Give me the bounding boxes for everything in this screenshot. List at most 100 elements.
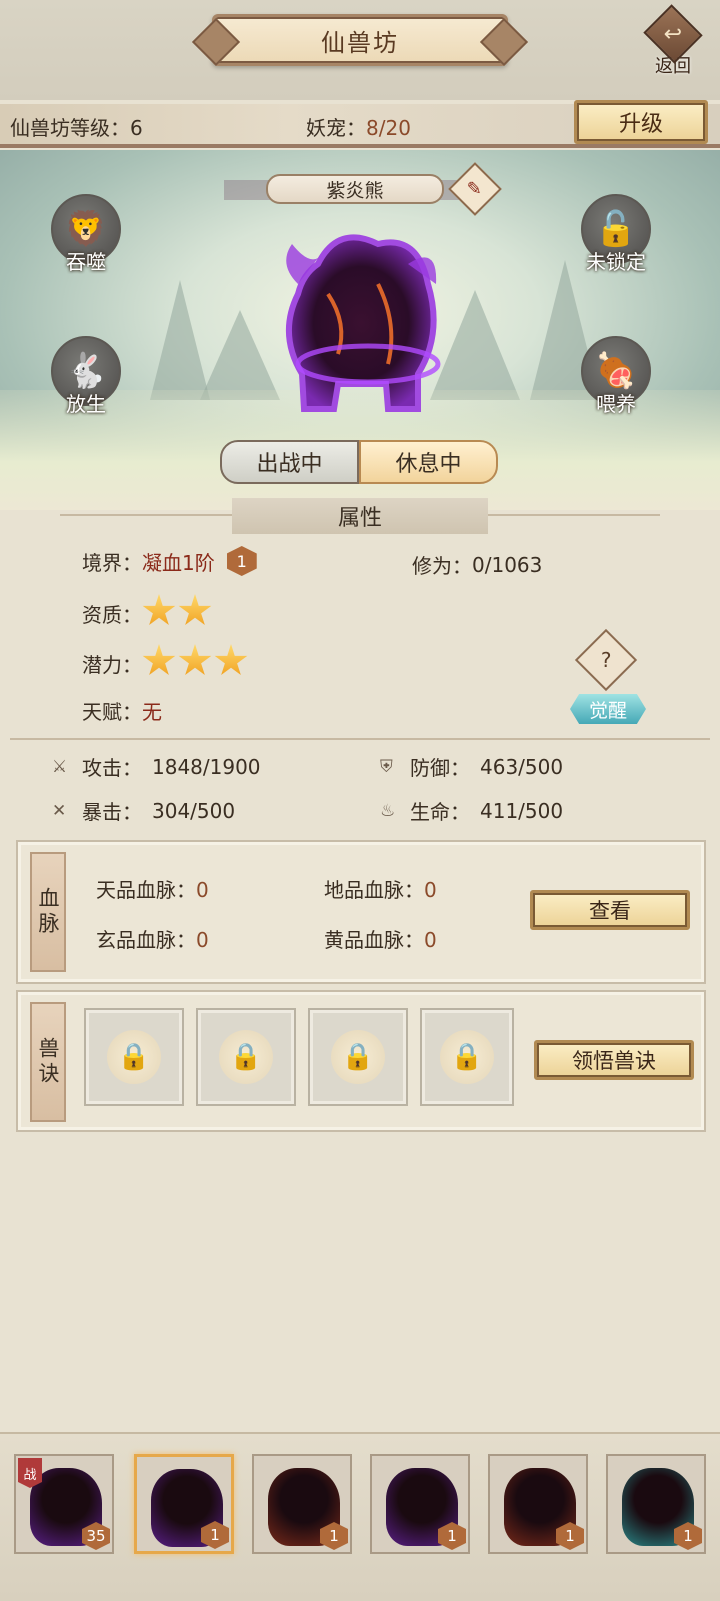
skill-slot[interactable]: 🔒 [308,1008,408,1106]
cultivation-value: 0/1063 [472,552,543,577]
potential-row: 潜力： [82,644,250,683]
heaven-bloodline: 天品血脉：0 [96,874,209,903]
view-bloodline-button[interactable]: 查看 [530,890,690,930]
upgrade-button[interactable]: 升级 [574,100,708,144]
mystic-bloodline: 玄品血脉：0 [96,924,209,953]
star-icon [142,644,176,675]
attributes-header: 属性 [232,498,488,534]
yellow-bloodline-value: 0 [424,928,437,952]
lock-icon: 🔒 [331,1030,385,1084]
pet-card[interactable]: 战 35 [14,1454,114,1554]
beast-name: 紫炎熊 [266,174,444,204]
top-bar: 仙兽坊 ↩ 返回 [0,0,720,100]
devour-button[interactable]: 🦁 吞噬 [44,194,128,284]
aptitude-stars [142,594,214,633]
mystic-bloodline-value: 0 [196,928,209,952]
star-icon [178,594,212,625]
lock-icon: 🔒 [107,1030,161,1084]
sword-icon: ⚔ [52,756,68,777]
brush-icon: ✎ [467,178,483,200]
earth-bloodline: 地品血脉：0 [324,874,437,903]
learn-skill-button[interactable]: 领悟兽诀 [534,1040,694,1080]
hp-row: ♨ 生命： 411/500 [380,796,563,825]
talent-value: 无 [142,700,162,724]
return-arrow-icon[interactable]: ↩ [643,4,703,64]
lock-label: 未锁定 [586,250,646,274]
status-toggle[interactable]: 出战中 休息中 [220,440,498,484]
aptitude-row: 资质： [82,594,214,633]
feed-label: 喂养 [596,392,636,416]
pet-card[interactable]: 1 [488,1454,588,1554]
potential-label: 潜力： [82,653,142,677]
defense-label: 防御： [410,756,470,780]
crit-row: ✕ 暴击： 304/500 [52,796,235,825]
earth-bloodline-value: 0 [424,878,437,902]
rest-status-button[interactable]: 休息中 [359,440,498,484]
battle-flag: 战 [18,1458,42,1488]
purple-flame-bear-image [286,234,441,412]
divider [10,738,710,740]
attack-label: 攻击： [82,756,142,780]
crit-value: 304/500 [152,798,236,823]
realm-badge: 1 [226,546,257,576]
shield-icon: ⛨ [380,756,393,777]
pet-count: 妖宠：8/20 [306,112,411,141]
pet-count-label: 妖宠： [306,116,366,140]
flame-icon: ♨ [380,800,396,821]
heaven-bloodline-value: 0 [196,878,209,902]
release-label: 放生 [66,392,106,416]
skill-slot[interactable]: 🔒 [196,1008,296,1106]
help-button[interactable]: ? [574,628,638,692]
star-icon [142,594,176,625]
bloodline-tag: 血脉 [30,852,66,972]
yellow-bloodline: 黄品血脉：0 [324,924,437,953]
lock-icon: 🔒 [440,1030,494,1084]
skills-panel: 兽诀 🔒 🔒 🔒 🔒 领悟兽诀 [16,990,706,1132]
talent-label: 天赋： [82,700,142,724]
pet-card[interactable]: 1 [370,1454,470,1554]
title-plaque: 仙兽坊 [212,14,508,66]
lock-button[interactable]: 🔓 未锁定 [574,194,658,284]
attack-row: ⚔ 攻击： 1848/1900 [52,752,261,781]
crit-label: 暴击： [82,800,142,824]
pet-card[interactable]: 1 [252,1454,352,1554]
battle-status-button[interactable]: 出战中 [220,440,359,484]
defense-row: ⛨ 防御： 463/500 [380,752,563,781]
skill-slot[interactable]: 🔒 [420,1008,514,1106]
aptitude-label: 资质： [82,603,142,627]
star-icon [214,644,248,675]
pet-count-value: 8/20 [366,116,411,140]
mountain-decor [150,280,210,400]
cultivation-label: 修为： [412,554,472,578]
realm-label: 境界： [82,550,142,575]
defense-value: 463/500 [480,754,564,779]
heaven-bloodline-label: 天品血脉： [96,878,196,902]
pet-card[interactable]: 1 [606,1454,706,1554]
realm-row: 境界： 凝血1阶 1 [82,546,257,576]
hp-value: 411/500 [480,798,564,823]
skill-slot[interactable]: 🔒 [84,1008,184,1106]
bloodline-panel: 血脉 天品血脉：0 地品血脉：0 玄品血脉：0 黄品血脉：0 查看 [16,840,706,984]
back-button[interactable]: ↩ 返回 [640,4,706,78]
attack-value: 1848/1900 [152,754,261,779]
cultivation-row: 修为： 0/1063 [412,550,542,579]
crit-icon: ✕ [52,800,67,821]
mystic-bloodline-label: 玄品血脉： [96,928,196,952]
awaken-button[interactable]: 觉醒 [570,694,646,724]
talent-row: 天赋： 无 [82,696,162,725]
skills-tag: 兽诀 [30,1002,66,1122]
workshop-level: 仙兽坊等级：6 [10,116,143,140]
lock-icon: 🔒 [219,1030,273,1084]
release-button[interactable]: 🐇 放生 [44,336,128,426]
hp-label: 生命： [410,800,470,824]
page-title: 仙兽坊 [321,28,399,57]
devour-label: 吞噬 [66,250,106,274]
pet-carousel[interactable]: 战 35 1 1 1 1 1 [0,1432,720,1601]
pet-card[interactable]: 1 [134,1454,234,1554]
rename-button[interactable]: ✎ [448,162,502,216]
beast-scene: 紫炎熊 ✎ 🦁 吞噬 🔓 未锁定 🐇 放生 🍖 喂养 出战中 休息中 [0,150,720,510]
earth-bloodline-label: 地品血脉： [324,878,424,902]
feed-button[interactable]: 🍖 喂养 [574,336,658,426]
star-icon [178,644,212,675]
yellow-bloodline-label: 黄品血脉： [324,928,424,952]
